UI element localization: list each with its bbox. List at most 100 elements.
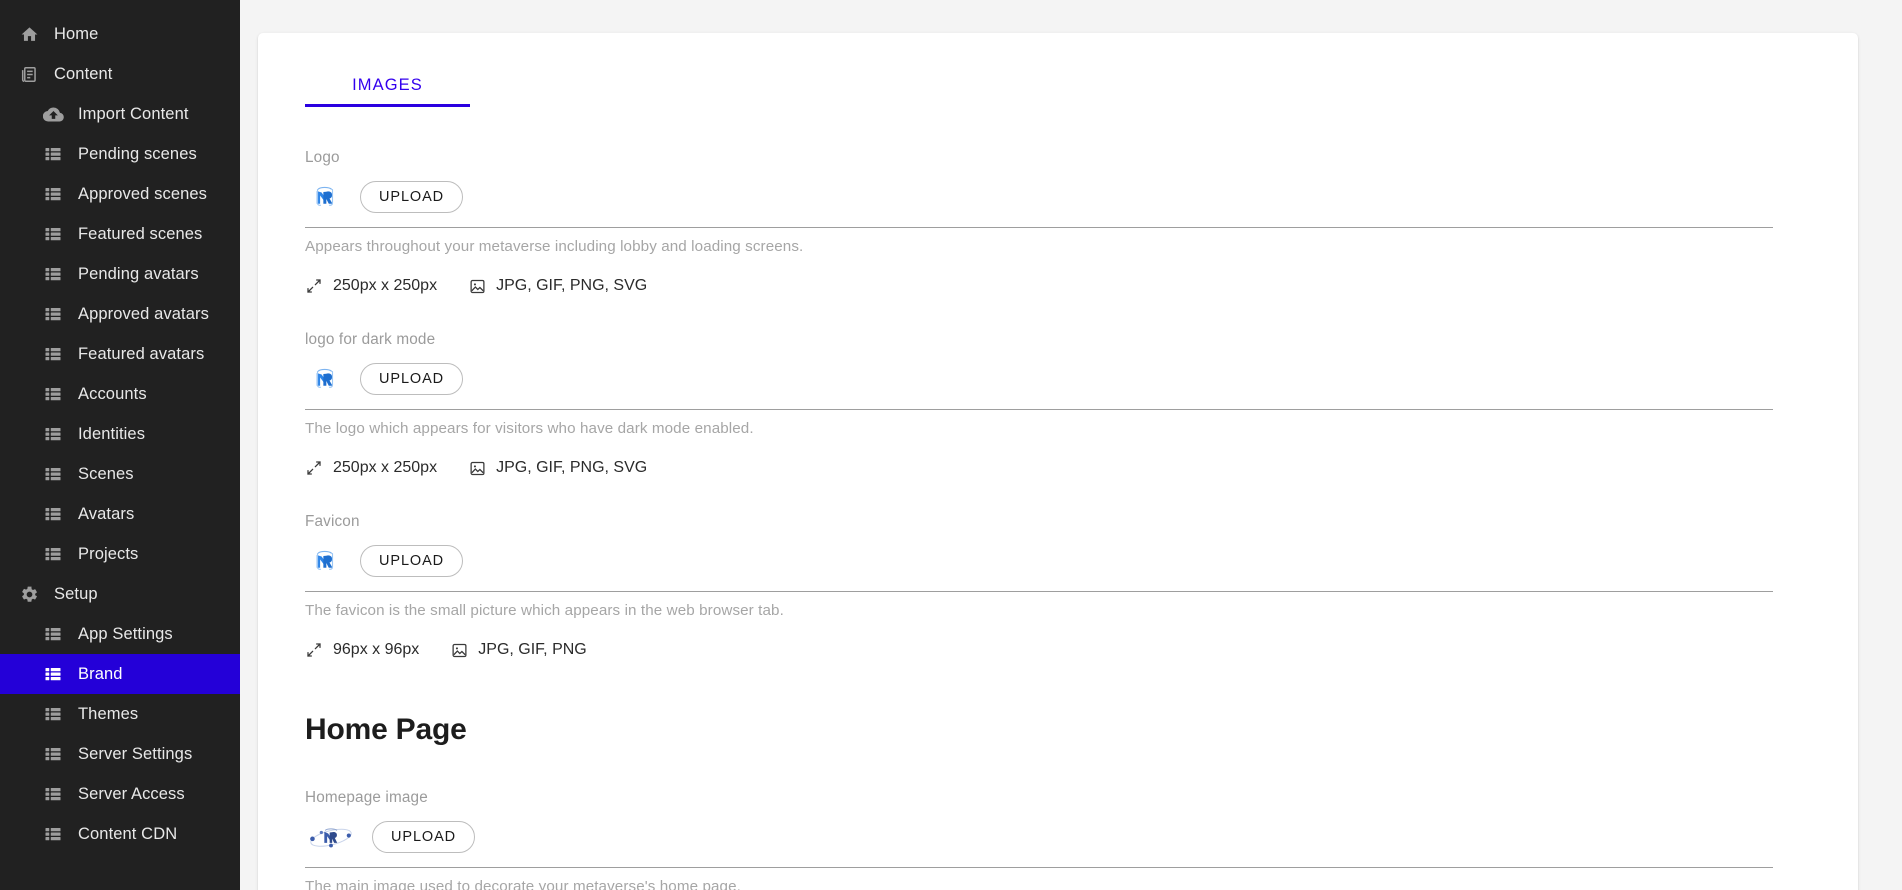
home-page-heading: Home Page (305, 713, 467, 746)
field-logo-dark-mode: logo for dark mode UPLOAD The logo which … (258, 331, 1858, 477)
sidebar-item-identities[interactable]: Identities (0, 414, 240, 454)
sidebar-item-home[interactable]: Home (0, 14, 240, 54)
sidebar-item-label: Themes (78, 704, 139, 723)
images-field-list: Logo UPLOAD Appears throughout your metav… (258, 149, 1858, 659)
field-help-text: The favicon is the small picture which a… (305, 602, 784, 619)
sidebar-item-label: Pending avatars (78, 264, 199, 283)
dimensions-meta: 250px x 250px (305, 459, 437, 477)
sidebar-item-label: Projects (78, 544, 139, 563)
sidebar-item-projects[interactable]: Projects (0, 534, 240, 574)
sidebar-item-featured-avatars[interactable]: Featured avatars (0, 334, 240, 374)
card-body: Logo UPLOAD Appears throughout your metav… (258, 107, 1858, 890)
list-icon (42, 703, 64, 725)
homepage-orbit-thumb (305, 819, 357, 855)
upload-button-logo[interactable]: UPLOAD (360, 180, 464, 214)
formats-value: JPG, GIF, PNG, SVG (496, 459, 648, 476)
field-meta-row: 96px x 96px JPG, GIF, PNG (305, 641, 1773, 659)
article-icon (18, 63, 40, 85)
field-meta-row: 250px x 250px JPG, GIF, PNG, SVG (305, 459, 1773, 477)
list-icon (42, 823, 64, 845)
sidebar-item-label: Featured scenes (78, 224, 203, 243)
sidebar-item-accounts[interactable]: Accounts (0, 374, 240, 414)
list-icon (42, 623, 64, 645)
list-icon (42, 783, 64, 805)
upload-button-homepage-image[interactable]: UPLOAD (372, 820, 476, 854)
formats-value: JPG, GIF, PNG (478, 641, 587, 658)
sidebar-item-label: Brand (78, 664, 123, 683)
sidebar-item-pending-avatars[interactable]: Pending avatars (0, 254, 240, 294)
sidebar-item-content[interactable]: Content (0, 54, 240, 94)
field-meta-row: 250px x 250px JPG, GIF, PNG, SVG (305, 277, 1773, 295)
list-icon (42, 663, 64, 685)
field-control-row: UPLOAD (305, 543, 1773, 592)
sidebar-item-avatars[interactable]: Avatars (0, 494, 240, 534)
image-icon (450, 641, 468, 659)
brand-settings-card: IMAGES Logo UPLOAD Appears throughout you… (258, 33, 1858, 890)
sidebar-item-server-access[interactable]: Server Access (0, 774, 240, 814)
sidebar-item-label: App Settings (78, 624, 173, 643)
sidebar-item-import-content[interactable]: Import Content (0, 94, 240, 134)
dimensions-value: 250px x 250px (333, 459, 438, 476)
list-icon (42, 543, 64, 565)
formats-value: JPG, GIF, PNG, SVG (496, 277, 648, 294)
sidebar-item-content-cdn[interactable]: Content CDN (0, 814, 240, 854)
main-content-area: IMAGES Logo UPLOAD Appears throughout you… (240, 0, 1902, 890)
sidebar-item-featured-scenes[interactable]: Featured scenes (0, 214, 240, 254)
field-help-text: The logo which appears for visitors who … (305, 420, 754, 437)
sidebar-item-label: Content (54, 64, 113, 83)
list-icon (42, 463, 64, 485)
sidebar-item-label: Import Content (78, 104, 189, 123)
upload-button-favicon[interactable]: UPLOAD (360, 544, 464, 578)
sidebar-item-label: Approved avatars (78, 304, 209, 323)
brand-logo-thumb (305, 543, 345, 579)
home-page-field-list: Homepage image UPLOAD The main image used… (258, 789, 1858, 890)
sidebar-item-label: Avatars (78, 504, 135, 523)
list-icon (42, 383, 64, 405)
home-icon (18, 23, 40, 45)
field-label: Homepage image (305, 789, 428, 806)
cloud-upload-icon (42, 103, 64, 125)
list-icon (42, 343, 64, 365)
resize-icon (305, 459, 323, 477)
formats-meta: JPG, GIF, PNG, SVG (468, 277, 647, 295)
sidebar-item-label: Content CDN (78, 824, 178, 843)
dimensions-value: 96px x 96px (333, 641, 420, 658)
brand-logo-thumb (305, 179, 345, 215)
field-label: Favicon (305, 513, 360, 530)
image-icon (468, 277, 486, 295)
sidebar-item-label: Server Settings (78, 744, 193, 763)
sidebar: Home Content Import Content Pending scenes A… (0, 0, 240, 890)
sidebar-item-server-settings[interactable]: Server Settings (0, 734, 240, 774)
tab-images[interactable]: IMAGES (305, 76, 470, 107)
field-homepage-image: Homepage image UPLOAD The main image used… (258, 789, 1858, 890)
dimensions-meta: 96px x 96px (305, 641, 419, 659)
list-icon (42, 743, 64, 765)
sidebar-item-setup[interactable]: Setup (0, 574, 240, 614)
sidebar-item-app-settings[interactable]: App Settings (0, 614, 240, 654)
image-icon (468, 459, 486, 477)
sidebar-item-themes[interactable]: Themes (0, 694, 240, 734)
field-label: Logo (305, 149, 340, 166)
sidebar-item-brand[interactable]: Brand (0, 654, 240, 694)
sidebar-item-pending-scenes[interactable]: Pending scenes (0, 134, 240, 174)
brand-logo-thumb (305, 361, 345, 397)
sidebar-item-label: Featured avatars (78, 344, 205, 363)
sidebar-item-label: Home (54, 24, 99, 43)
gear-icon (18, 583, 40, 605)
sidebar-item-label: Setup (54, 584, 98, 603)
sidebar-item-approved-avatars[interactable]: Approved avatars (0, 294, 240, 334)
sidebar-item-scenes[interactable]: Scenes (0, 454, 240, 494)
sidebar-item-approved-scenes[interactable]: Approved scenes (0, 174, 240, 214)
dimensions-meta: 250px x 250px (305, 277, 437, 295)
resize-icon (305, 277, 323, 295)
list-icon (42, 503, 64, 525)
field-control-row: UPLOAD (305, 819, 1773, 868)
tab-bar: IMAGES (258, 33, 1858, 107)
upload-button-logo-dark-mode[interactable]: UPLOAD (360, 362, 464, 396)
field-control-row: UPLOAD (305, 179, 1773, 228)
field-control-row: UPLOAD (305, 361, 1773, 410)
sidebar-item-label: Server Access (78, 784, 185, 803)
sidebar-item-label: Scenes (78, 464, 134, 483)
list-icon (42, 303, 64, 325)
list-icon (42, 423, 64, 445)
